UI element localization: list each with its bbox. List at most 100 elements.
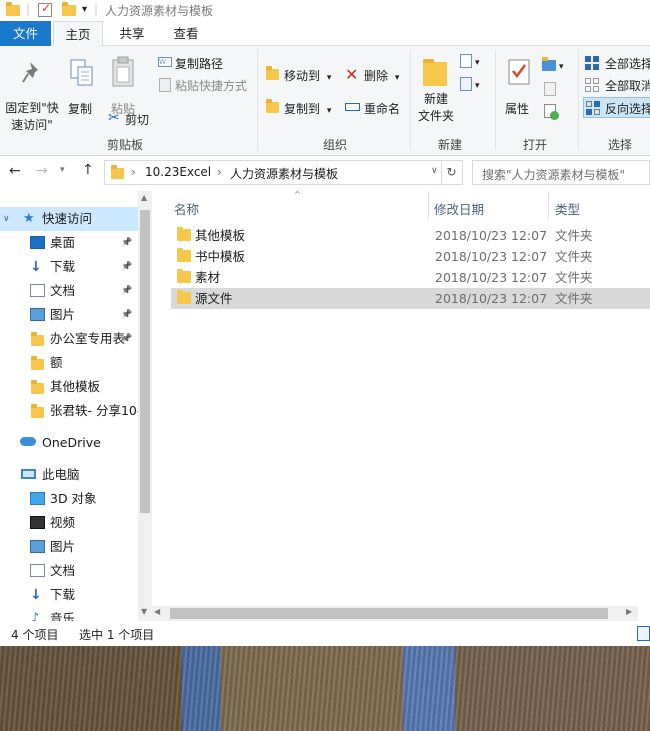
tab-home[interactable]: 主页 [53, 21, 103, 47]
edit-icon [544, 82, 556, 96]
dropdown-arrow-icon: ▾ [326, 73, 332, 83]
tab-file[interactable]: 文件 [0, 21, 51, 46]
paste-shortcut-button[interactable]: 粘贴快捷方式 [158, 77, 247, 94]
properties-icon [508, 59, 530, 85]
navigation-pane: ∨ ★ 快速访问 桌面 📌 ↓ 下载 📌 文档 📌 图片 📌 办公室专用表 📌 额其他模板 张君轶- 分… [0, 191, 152, 621]
nav-quick-item-label: 额 [50, 355, 63, 370]
column-header-name[interactable]: 名称 [174, 199, 199, 218]
status-bar: 4 个项目 选中 1 个项目 [0, 622, 650, 646]
nav-quick-item[interactable]: 办公室专用表 📌 [0, 327, 138, 351]
column-divider[interactable] [428, 191, 429, 221]
nav-pc-item[interactable]: ♪ 音乐 [0, 607, 138, 621]
table-row[interactable]: 素材 2018/10/23 12:07 文件夹 [171, 267, 650, 288]
table-row[interactable]: 源文件 2018/10/23 12:07 文件夹 [171, 288, 650, 309]
scroll-down-icon[interactable]: ▼ [141, 607, 147, 616]
document-icon [30, 564, 45, 577]
copy-path-button[interactable]: W 复制路径 [158, 55, 223, 72]
file-type: 文件夹 [555, 228, 593, 243]
refresh-button[interactable]: ↻ [441, 160, 463, 185]
search-box[interactable]: 搜索"人力资源素材与模板" [472, 160, 650, 185]
nav-pc-item[interactable]: 图片 [0, 535, 138, 559]
table-row[interactable]: 其他模板 2018/10/23 12:07 文件夹 [171, 225, 650, 246]
refresh-icon: ↻ [446, 165, 457, 179]
nav-pc-item[interactable]: 3D 对象 [0, 487, 138, 511]
copy-button[interactable]: 复制 [64, 56, 100, 116]
details-view-icon[interactable] [637, 626, 650, 641]
nav-pc-item[interactable]: 文档 [0, 559, 138, 583]
nav-quick-item[interactable]: 其他模板 [0, 375, 138, 399]
scroll-up-icon[interactable]: ▲ [141, 193, 147, 202]
tab-share[interactable]: 共享 [106, 21, 158, 46]
properties-quick-icon[interactable]: ✓ [38, 1, 52, 17]
nav-pc-item-label: 文档 [50, 563, 76, 578]
move-to-icon [266, 66, 279, 80]
dropdown-arrow-icon: ▾ [475, 81, 480, 91]
open-button[interactable]: ▾ [542, 57, 564, 72]
nav-quick-item[interactable]: ↓ 下载 📌 [0, 255, 138, 279]
delete-button[interactable]: ✕ 删除 ▾ [345, 65, 399, 84]
nav-quick-item[interactable]: 文档 📌 [0, 279, 138, 303]
separator-icon: | [94, 2, 99, 16]
chevron-down-icon[interactable]: ∨ [3, 207, 18, 224]
address-bar[interactable]: › 10.23Excel › 人力资源素材与模板 ∨ [104, 160, 442, 185]
nav-onedrive[interactable]: OneDrive [0, 431, 138, 455]
move-to-button[interactable]: 移动到 ▾ [266, 66, 332, 84]
ribbon: 固定到"快 速访问" 复制 粘贴 W 复制路径 粘贴快捷方式 ✂ 剪切 剪贴板 … [0, 46, 650, 156]
back-arrow-icon[interactable]: ← [9, 163, 21, 179]
nav-pc-item[interactable]: 视频 [0, 511, 138, 535]
column-divider[interactable] [548, 191, 549, 221]
select-all-label: 全部选择 [605, 57, 650, 71]
scroll-left-icon[interactable]: ◀ [154, 607, 160, 616]
customize-toolbar-icon[interactable]: ▾ [82, 4, 87, 15]
scroll-right-icon[interactable]: ▶ [626, 607, 632, 616]
pin-icon: 📌 [121, 262, 133, 272]
copy-label: 复制 [68, 102, 93, 116]
ribbon-separator [495, 50, 496, 150]
select-group-label: 选择 [607, 138, 632, 152]
open-group-label: 打开 [522, 138, 547, 152]
nav-this-pc[interactable]: 此电脑 [0, 463, 138, 487]
nav-scroll-thumb[interactable] [140, 210, 150, 513]
breadcrumb-current[interactable]: 人力资源素材与模板 [230, 165, 338, 182]
tab-view[interactable]: 查看 [160, 21, 212, 46]
invert-selection-button[interactable]: 反向选择 [583, 97, 650, 118]
folder-icon [31, 380, 44, 394]
cloud-icon [20, 437, 36, 446]
clipboard-group-label: 剪贴板 [106, 138, 143, 152]
forward-arrow-icon[interactable]: → [36, 163, 48, 179]
recent-locations-icon[interactable]: ▾ [60, 165, 65, 175]
picture-icon [30, 308, 45, 321]
pin-to-quick-access-button[interactable]: 固定到"快 速访问" [2, 56, 62, 134]
invert-selection-icon [586, 101, 600, 115]
nav-pc-item-label: 音乐 [50, 611, 76, 621]
nav-quick-item[interactable]: 图片 📌 [0, 303, 138, 327]
breadcrumb-parent[interactable]: 10.23Excel [145, 165, 211, 179]
nav-quick-item[interactable]: 桌面 📌 [0, 231, 138, 255]
table-row[interactable]: 书中模板 2018/10/23 12:07 文件夹 [171, 246, 650, 267]
nav-quick-item[interactable]: 额 [0, 351, 138, 375]
nav-quick-item[interactable]: 张君轶- 分享10- [0, 399, 138, 423]
copy-to-button[interactable]: 复制到 ▾ [266, 99, 331, 117]
nav-quick-access[interactable]: ∨ ★ 快速访问 [0, 207, 138, 231]
pin-icon: 📌 [121, 286, 133, 296]
properties-button[interactable]: 属性 [502, 56, 536, 116]
new-folder-button[interactable]: 新建 文件夹 [414, 56, 458, 128]
cut-button[interactable]: ✂ 剪切 [108, 110, 150, 128]
column-header-type[interactable]: 类型 [555, 199, 580, 218]
up-arrow-icon[interactable]: ↑ [82, 162, 94, 178]
nav-pc-item[interactable]: ↓ 下载 [0, 583, 138, 607]
rename-button[interactable]: 重命名 [345, 100, 400, 117]
document-icon [30, 284, 45, 297]
search-input[interactable]: 搜索"人力资源素材与模板" [482, 166, 625, 183]
paste-button[interactable]: 粘贴 [104, 56, 144, 116]
cut-label: 剪切 [125, 113, 150, 127]
address-history-icon[interactable]: ∨ [431, 166, 438, 176]
folder-icon [111, 165, 124, 179]
select-all-button[interactable]: 全部选择 [585, 55, 650, 72]
horizontal-scroll-thumb[interactable] [170, 608, 608, 619]
organize-group-label: 组织 [322, 138, 347, 152]
select-none-button[interactable]: 全部取消 [585, 77, 650, 94]
column-header-modified[interactable]: 修改日期 [434, 199, 484, 218]
new-item-button[interactable]: ▾ [460, 54, 480, 68]
easy-access-button[interactable]: ▾ [460, 77, 480, 91]
